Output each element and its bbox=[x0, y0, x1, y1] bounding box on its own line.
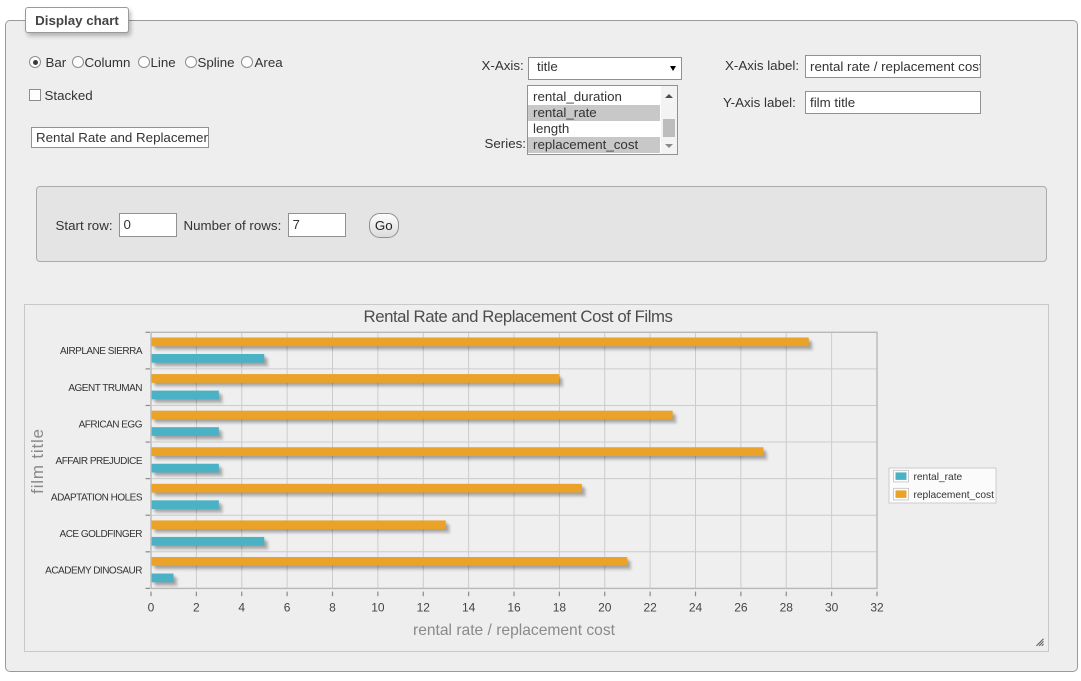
svg-text:rental rate / replacement cost: rental rate / replacement cost bbox=[413, 622, 616, 639]
svg-text:ACADEMY DINOSAUR: ACADEMY DINOSAUR bbox=[45, 566, 142, 577]
svg-text:rental_rate: rental_rate bbox=[914, 472, 963, 483]
svg-text:24: 24 bbox=[689, 600, 703, 614]
svg-text:30: 30 bbox=[825, 600, 839, 614]
svg-text:AFRICAN EGG: AFRICAN EGG bbox=[79, 419, 143, 430]
svg-text:AIRPLANE SIERRA: AIRPLANE SIERRA bbox=[60, 346, 143, 357]
svg-text:22: 22 bbox=[643, 600, 657, 614]
svg-text:20: 20 bbox=[598, 600, 612, 614]
svg-text:film title: film title bbox=[28, 428, 47, 494]
svg-text:ACE GOLDFINGER: ACE GOLDFINGER bbox=[60, 529, 143, 540]
svg-text:6: 6 bbox=[284, 600, 291, 614]
svg-text:10: 10 bbox=[371, 600, 385, 614]
svg-text:Rental Rate and Replacement Co: Rental Rate and Replacement Cost of Film… bbox=[364, 307, 673, 326]
svg-text:28: 28 bbox=[780, 600, 794, 614]
svg-text:26: 26 bbox=[734, 600, 748, 614]
svg-text:8: 8 bbox=[329, 600, 336, 614]
svg-text:16: 16 bbox=[507, 600, 521, 614]
svg-text:32: 32 bbox=[870, 600, 884, 614]
svg-text:0: 0 bbox=[148, 600, 155, 614]
svg-text:AGENT TRUMAN: AGENT TRUMAN bbox=[68, 383, 142, 394]
svg-text:18: 18 bbox=[553, 600, 567, 614]
svg-text:AFFAIR PREJUDICE: AFFAIR PREJUDICE bbox=[56, 456, 143, 467]
svg-text:ADAPTATION HOLES: ADAPTATION HOLES bbox=[51, 493, 143, 504]
svg-text:4: 4 bbox=[238, 600, 245, 614]
svg-text:12: 12 bbox=[417, 600, 431, 614]
svg-text:replacement_cost: replacement_cost bbox=[914, 490, 995, 501]
svg-text:14: 14 bbox=[462, 600, 476, 614]
svg-text:2: 2 bbox=[193, 600, 200, 614]
